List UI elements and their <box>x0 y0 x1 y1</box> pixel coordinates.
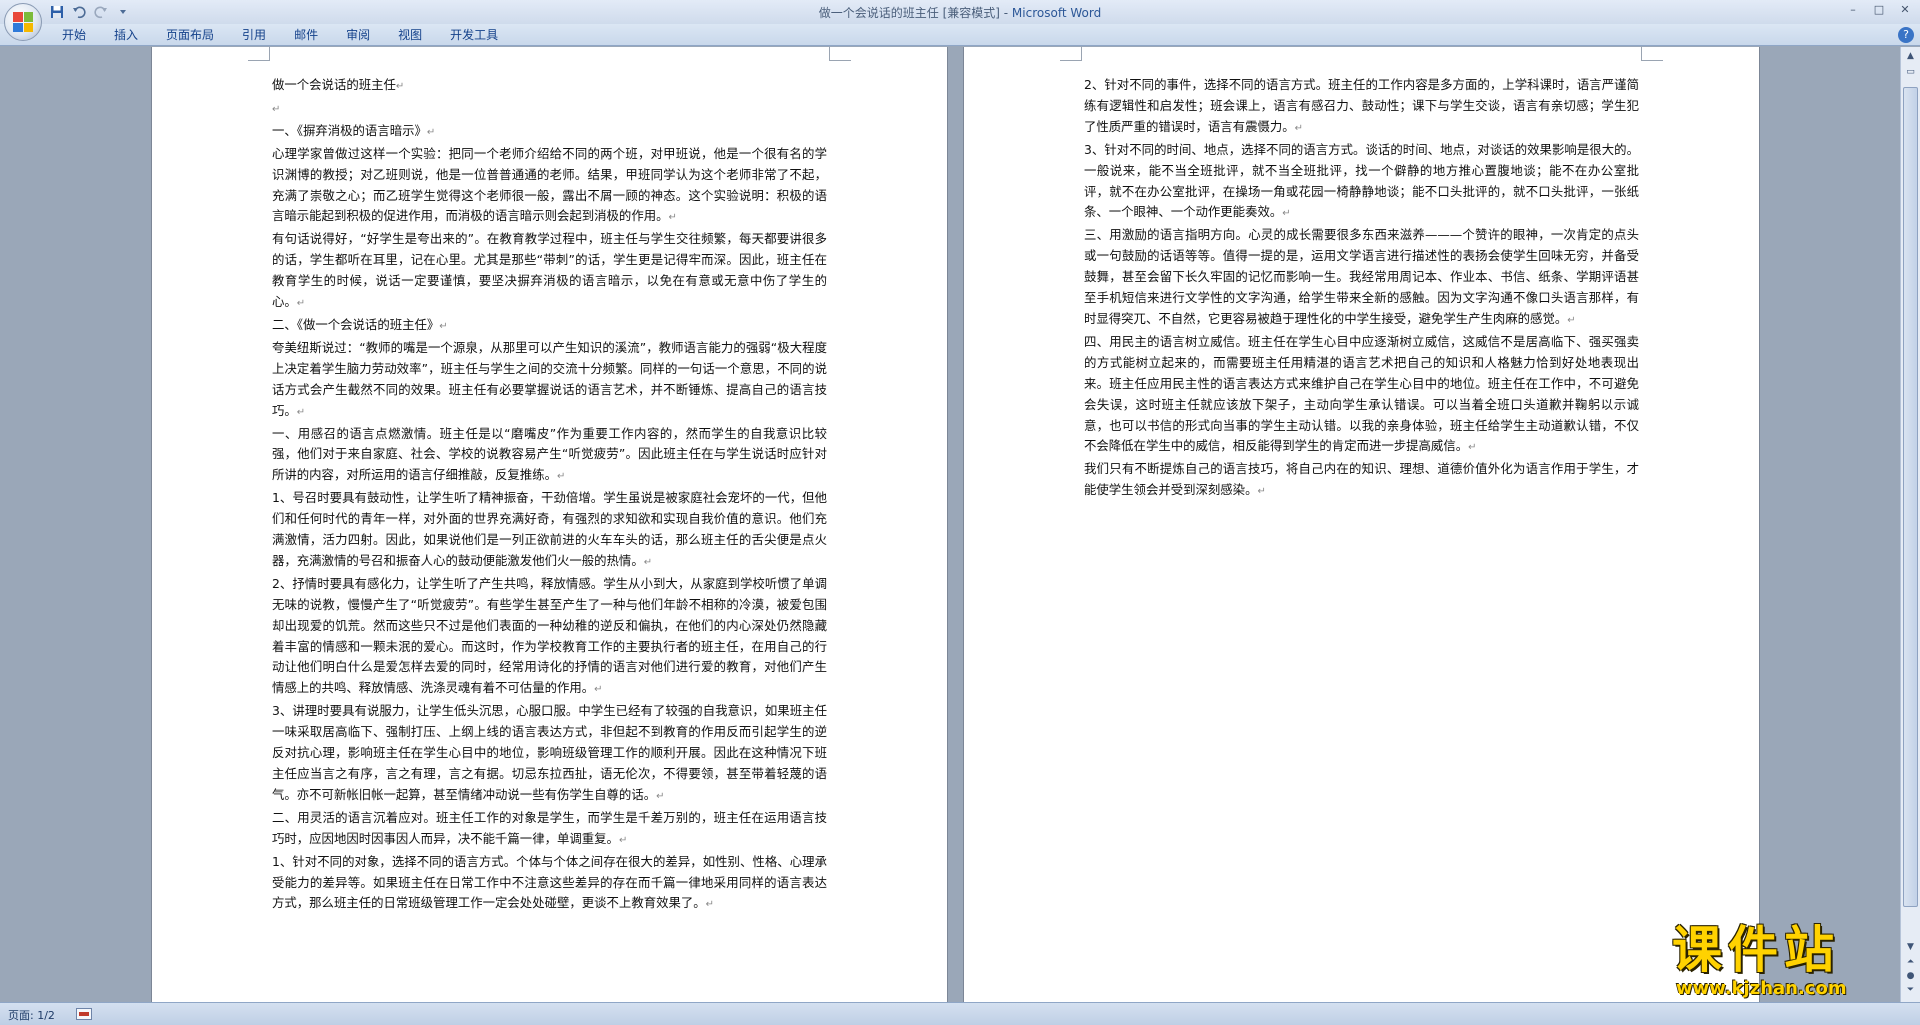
page-1-paragraph: 1、号召时要具有鼓动性，让学生听了精神振奋，干劲倍增。学生虽说是被家庭社会宠坏的… <box>272 490 827 568</box>
scroll-up-icon[interactable]: ▲ <box>1903 49 1918 63</box>
document-page-2: 2、针对不同的事件，选择不同的语言方式。班主任的工作内容是多方面的，上学科课时，… <box>963 47 1760 1002</box>
crop-mark <box>1060 47 1082 61</box>
document-title: 做一个会说话的班主任 [兼容模式] - <box>818 6 1012 20</box>
tab-mailings[interactable]: 邮件 <box>280 27 332 43</box>
tab-review[interactable]: 审阅 <box>332 27 384 43</box>
page-1-paragraph: 一、用感召的语言点燃激情。班主任是以“磨嘴皮”作为重要工作内容的，然而学生的自我… <box>272 425 827 483</box>
vertical-scrollbar[interactable]: ▲ ▭ ▼ ⏶ ● ⏷ <box>1900 47 1920 1002</box>
site-watermark: 课件站 www.kjzhan.com <box>1672 922 1912 1002</box>
page-text[interactable]: 做一个会说话的班主任↵ ↵ 一、《摒弃消极的语言暗示》↵ 心理学家曾做过这样一个… <box>272 75 827 916</box>
app-name: Microsoft Word <box>1011 6 1102 20</box>
minimize-button[interactable]: – <box>1840 0 1866 18</box>
page-1-paragraph: 夸美纽斯说过：“教师的嘴是一个源泉，从那里可以产生知识的溪流”，教师语言能力的强… <box>272 339 827 418</box>
page-1-paragraph: 一、《摒弃消极的语言暗示》↵ <box>272 122 436 138</box>
watermark-url: www.kjzhan.com <box>1676 978 1847 999</box>
document-page-1: 做一个会说话的班主任↵ ↵ 一、《摒弃消极的语言暗示》↵ 心理学家曾做过这样一个… <box>151 47 948 1002</box>
page-2-paragraph: 我们只有不断提炼自己的语言技巧，将自己内在的知识、理想、道德价值外化为语言作用于… <box>1084 461 1639 498</box>
ribbon-tab-bar: 开始 插入 页面布局 引用 邮件 审阅 视图 开发工具 ? <box>0 24 1920 46</box>
crop-mark <box>1641 47 1663 61</box>
scrollbar-thumb[interactable] <box>1903 87 1918 907</box>
window-controls: – □ ✕ <box>1840 0 1918 18</box>
tab-insert[interactable]: 插入 <box>100 27 152 43</box>
page-1-paragraph: 2、抒情时要具有感化力，让学生听了产生共鸣，释放情感。学生从小到大，从家庭到学校… <box>272 575 827 696</box>
close-button[interactable]: ✕ <box>1892 0 1918 18</box>
page-2-paragraph: 2、针对不同的事件，选择不同的语言方式。班主任的工作内容是多方面的，上学科课时，… <box>1084 77 1639 134</box>
window-title: 做一个会说话的班主任 [兼容模式] - Microsoft Word <box>0 4 1920 21</box>
document-workspace: 做一个会说话的班主任↵ ↵ 一、《摒弃消极的语言暗示》↵ 心理学家曾做过这样一个… <box>0 47 1900 1002</box>
page-2-paragraph: 四、用民主的语言树立威信。班主任在学生心目中应逐渐树立威信，这威信不是居高临下、… <box>1084 333 1639 454</box>
page-1-paragraph: 二、用灵活的语言沉着应对。班主任工作的对象是学生，而学生是千差万别的，班主任在运… <box>272 809 827 846</box>
office-button[interactable] <box>4 3 42 41</box>
page-1-paragraph: 有句话说得好，“好学生是夸出来的”。在教育教学过程中，班主任与学生交往频繁，每天… <box>272 231 827 310</box>
watermark-title: 课件站 <box>1672 920 1840 979</box>
tab-developer[interactable]: 开发工具 <box>436 27 512 43</box>
page-2-paragraph: 3、针对不同的时间、地点，选择不同的语言方式。谈话的时间、地点，对谈话的效果影响… <box>1084 141 1639 220</box>
crop-mark <box>248 47 270 61</box>
crop-mark <box>829 47 851 61</box>
page-count-indicator[interactable]: 页面: 1/2 <box>8 1007 55 1023</box>
page-text[interactable]: 2、针对不同的事件，选择不同的语言方式。班主任的工作内容是多方面的，上学科课时，… <box>1084 75 1639 503</box>
page-1-paragraph: 二、《做一个会说话的班主任》↵ <box>272 316 448 332</box>
ruler-toggle-icon[interactable]: ▭ <box>1903 65 1918 79</box>
status-bar: 页面: 1/2 <box>0 1002 1920 1025</box>
tab-view[interactable]: 视图 <box>384 27 436 43</box>
tab-references[interactable]: 引用 <box>228 27 280 43</box>
office-logo-icon <box>13 12 33 32</box>
page-1-paragraph: 3、讲理时要具有说服力，让学生低头沉思，心服口服。中学生已经有了较强的自我意识，… <box>272 703 827 802</box>
page-1-paragraph: 心理学家曾做过这样一个实验：把同一个老师介绍给不同的两个班，对甲班说，他是一个很… <box>272 145 827 224</box>
help-icon[interactable]: ? <box>1898 27 1914 43</box>
tab-home[interactable]: 开始 <box>48 27 100 43</box>
maximize-button[interactable]: □ <box>1866 0 1892 18</box>
page-1-paragraph: 1、针对不同的对象，选择不同的语言方式。个体与个体之间存在很大的差异，如性别、性… <box>272 853 827 911</box>
page-1-paragraph: ↵ <box>272 103 281 115</box>
tab-page-layout[interactable]: 页面布局 <box>152 27 228 43</box>
proofing-icon[interactable] <box>76 1008 92 1020</box>
page-2-paragraph: 三、用激励的语言指明方向。心灵的成长需要很多东西来滋养———个赞许的眼神，一次肯… <box>1084 227 1639 326</box>
title-bar: 做一个会说话的班主任 [兼容模式] - Microsoft Word – □ ✕ <box>0 0 1920 41</box>
page-1-paragraph: 做一个会说话的班主任↵ <box>272 77 405 92</box>
